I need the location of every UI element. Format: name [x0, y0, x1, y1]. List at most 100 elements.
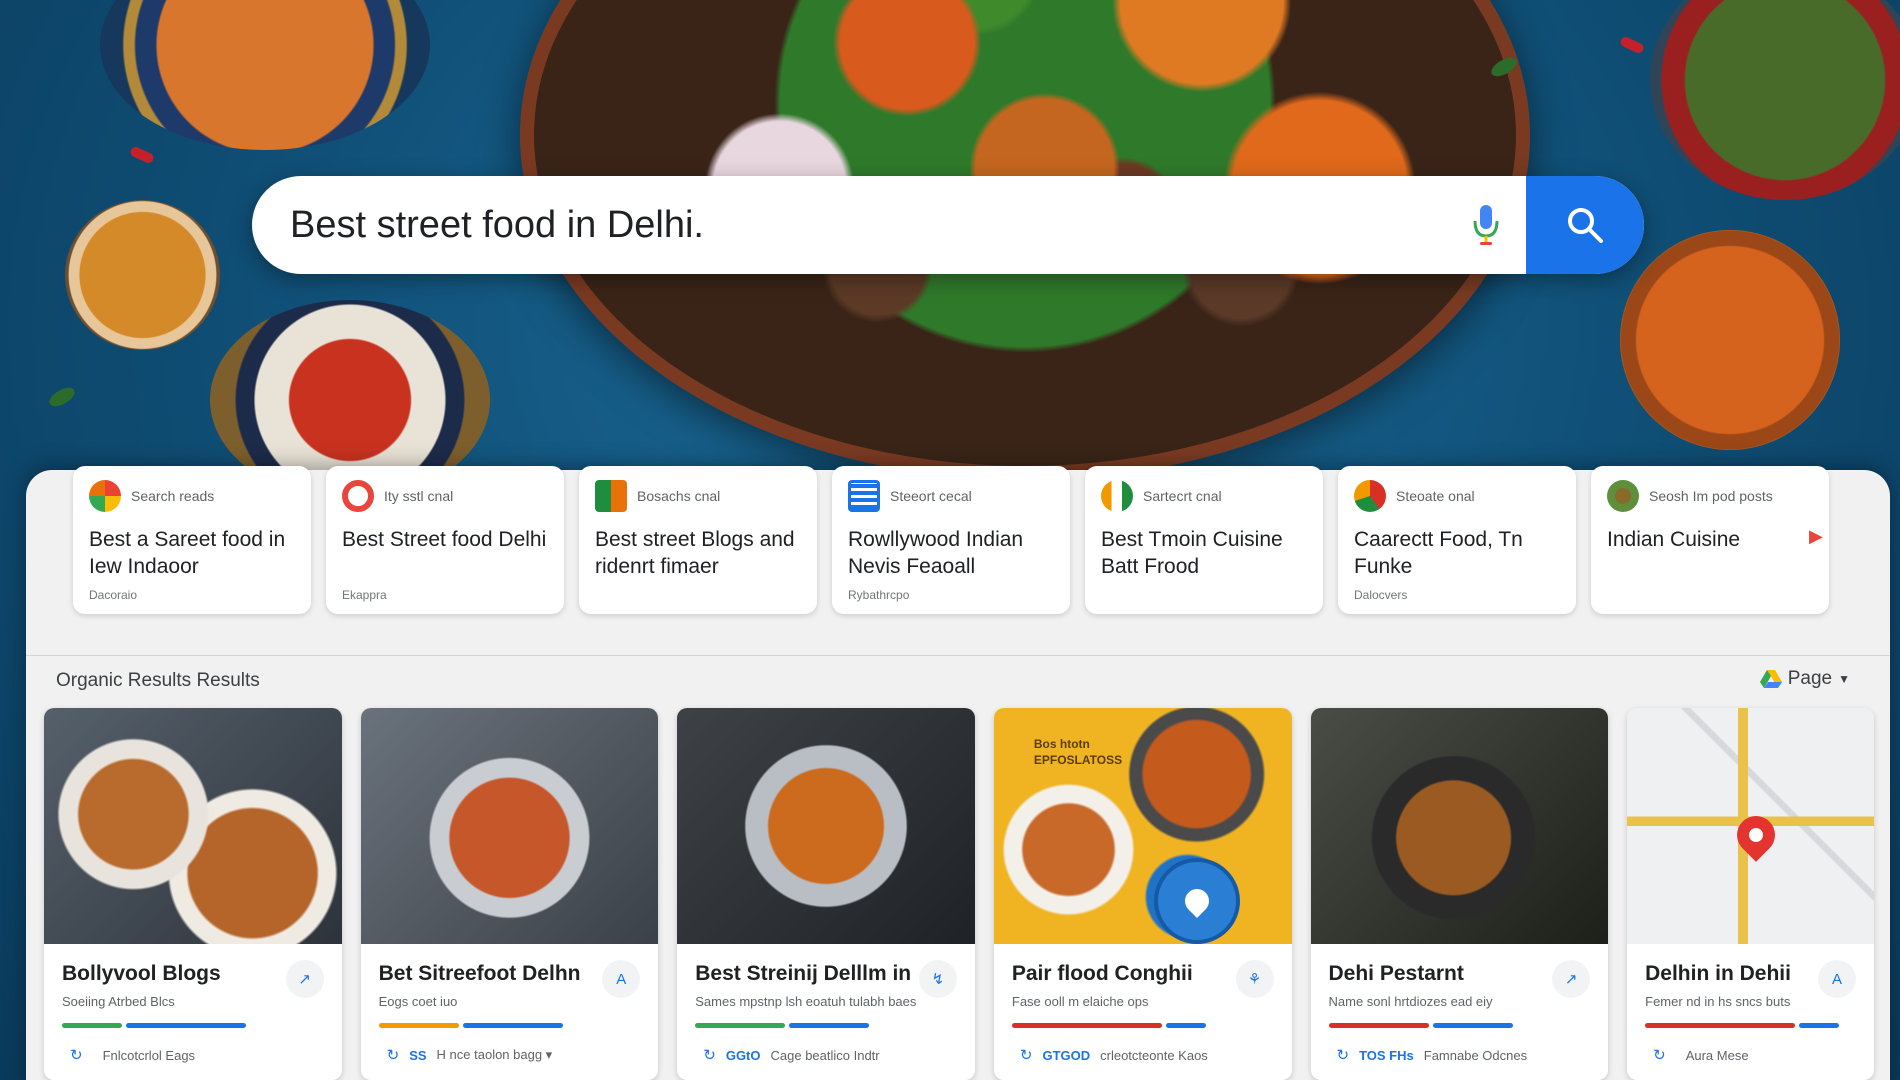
suggestion-title: Rowllywood Indian Nevis Feaoall: [848, 528, 1024, 578]
suggestion-card[interactable]: Search reads Best a Sareet food in Iew I…: [73, 466, 311, 614]
food-bowl: [100, 0, 430, 150]
result-subtitle: Eogs coet iuo: [378, 994, 458, 1009]
result-title: Bollyvool Blogs: [62, 962, 221, 985]
suggestion-title: Best street Blogs and ridenrt fimaer: [595, 528, 795, 578]
share-icon[interactable]: ↗: [1552, 960, 1591, 998]
result-thumbnail: [360, 708, 659, 944]
result-color-bar: [1645, 1023, 1856, 1028]
source-logo-icon: [342, 480, 374, 512]
result-title: Pair flood Conghii: [1011, 962, 1193, 985]
result-card[interactable]: Bollyvool Blogs Soeiing Atrbed Blcs ↗ ↻ F…: [44, 708, 342, 1080]
result-title: Dehi Pestarnt: [1328, 962, 1464, 985]
result-subtitle: Sames mpstnp lsh eoatuh tulabh baes: [695, 994, 917, 1009]
result-footer: Aura Mese: [1685, 1047, 1749, 1063]
suggestion-title: Best Tmoin Cuisine Batt Frood: [1101, 528, 1283, 578]
suggestion-source: Seosh Im pod posts: [1649, 488, 1773, 504]
link-icon: ↻: [1653, 1047, 1666, 1064]
suggestion-card[interactable]: Seosh Im pod posts Indian Cuisine ▶: [1591, 466, 1829, 614]
next-arrow-icon[interactable]: ▶: [1809, 526, 1831, 548]
result-thumbnail: [677, 708, 975, 944]
result-footer: crleotcteonte Kaos: [1100, 1047, 1208, 1063]
result-subtitle: Fase ooll m elaiche ops: [1011, 994, 1149, 1009]
result-subtitle: Femer nd in hs sncs buts: [1645, 994, 1791, 1009]
action-icon[interactable]: ⚘: [1235, 960, 1274, 998]
result-source: GGtO: [725, 1047, 761, 1063]
result-subtitle: Name sonl hrtdiozes ead eiy: [1328, 994, 1493, 1009]
result-source: TOS FHs: [1359, 1047, 1414, 1063]
source-logo-icon: [1607, 480, 1639, 512]
link-icon: ↻: [1336, 1047, 1350, 1064]
suggestion-meta: Dacoraio: [89, 588, 138, 602]
drive-icon: [1759, 670, 1782, 688]
suggestion-source: Search reads: [131, 488, 215, 504]
search-icon: [1568, 208, 1603, 243]
suggestion-card[interactable]: Steoate onal Caarectt Food, Tn Funke Dal…: [1338, 466, 1576, 614]
food-bowl: [1650, 0, 1900, 200]
result-card[interactable]: Delhin in Dehii Femer nd in hs sncs buts…: [1627, 708, 1874, 1080]
result-card[interactable]: Dehi Pestarnt Name sonl hrtdiozes ead ei…: [1310, 708, 1609, 1080]
food-bowl: [65, 200, 220, 350]
action-icon[interactable]: ↯: [918, 960, 957, 998]
action-icon[interactable]: A: [1817, 960, 1856, 998]
result-title: Best Streinij Delllm in: [695, 962, 912, 985]
share-icon[interactable]: ↗: [285, 960, 324, 998]
result-footer: H nce taolon bagg ▾: [436, 1047, 553, 1062]
source-logo-icon: [595, 480, 627, 512]
result-title: Delhin in Dehii: [1645, 962, 1791, 985]
leaf-garnish: [46, 383, 78, 411]
organic-results-row: Bollyvool Blogs Soeiing Atrbed Blcs ↗ ↻ F…: [44, 708, 1874, 1080]
food-bowl: [1620, 230, 1840, 450]
result-title: Bet Sitreefoot Delhn: [378, 962, 581, 985]
document-icon: [848, 480, 880, 512]
suggestion-meta: Dalocvers: [1354, 588, 1408, 602]
suggestion-meta: Ekappra: [342, 588, 387, 602]
source-logo-icon: [89, 480, 121, 512]
suggestion-card[interactable]: Bosachs cnal Best street Blogs and riden…: [579, 466, 817, 614]
suggestion-carousel: Search reads Best a Sareet food in Iew I…: [46, 466, 1856, 616]
result-source: SS: [409, 1047, 427, 1063]
search-input[interactable]: [252, 176, 1446, 274]
suggestion-card[interactable]: Ity sstl cnal Best Street food Delhi Eka…: [326, 466, 564, 614]
result-footer: Cage beatlico Indtr: [770, 1047, 880, 1063]
search-button[interactable]: [1526, 176, 1644, 274]
result-footer: Fnlcotcrlol Eags: [102, 1047, 196, 1063]
suggestion-source: Steoate onal: [1396, 488, 1475, 504]
suggestion-title: Caarectt Food, Tn Funke: [1354, 528, 1523, 578]
suggestion-source: Bosachs cnal: [637, 488, 721, 504]
result-source: GTGOD: [1042, 1047, 1091, 1063]
source-logo-icon: [1354, 480, 1386, 512]
suggestion-source: Steeort cecal: [890, 488, 972, 504]
chili-garnish: [1619, 35, 1645, 55]
page-selector[interactable]: Page ▼: [1759, 668, 1850, 690]
suggestion-card[interactable]: Sartecrt cnal Best Tmoin Cuisine Batt Fr…: [1085, 466, 1323, 614]
suggestion-source: Ity sstl cnal: [384, 488, 454, 504]
link-icon: ↻: [70, 1047, 83, 1064]
link-icon: ↻: [1019, 1047, 1033, 1064]
page-label: Page: [1787, 668, 1833, 689]
link-icon: ↻: [703, 1047, 716, 1064]
thumbnail-text: Bos htotn EPFOSLATOSS: [1033, 737, 1123, 767]
result-card[interactable]: Bos htotn EPFOSLATOSS Pair flood Conghii…: [993, 708, 1292, 1080]
chevron-down-icon: ▼: [1838, 672, 1850, 686]
source-logo-icon: [1101, 480, 1133, 512]
suggestion-card[interactable]: Steeort cecal Rowllywood Indian Nevis Fe…: [832, 466, 1070, 614]
chili-garnish: [129, 145, 155, 165]
result-card[interactable]: Best Streinij Delllm in Sames mpstnp lsh…: [677, 708, 975, 1080]
map-pin-icon: [1729, 808, 1783, 862]
suggestion-title: Indian Cuisine: [1607, 528, 1741, 551]
organic-results-heading: Organic Results Results: [56, 670, 260, 691]
suggestion-meta: Rybathrcpo: [848, 588, 910, 602]
search-bar: [252, 176, 1644, 274]
action-icon[interactable]: A: [602, 960, 641, 998]
mic-icon[interactable]: [1446, 176, 1526, 274]
link-icon: ↻: [386, 1047, 400, 1064]
map-thumbnail: [1627, 708, 1874, 944]
location-pin-icon: [1153, 858, 1240, 944]
section-divider: [26, 655, 1890, 656]
result-card[interactable]: Bet Sitreefoot Delhn Eogs coet iuo A ↻ SS…: [360, 708, 659, 1080]
suggestion-title: Best a Sareet food in Iew Indaoor: [89, 528, 286, 578]
result-thumbnail: [44, 708, 342, 944]
result-subtitle: Soeiing Atrbed Blcs: [62, 994, 175, 1009]
result-footer: Famnabe Odcnes: [1423, 1047, 1528, 1063]
result-thumbnail: [1310, 708, 1609, 944]
